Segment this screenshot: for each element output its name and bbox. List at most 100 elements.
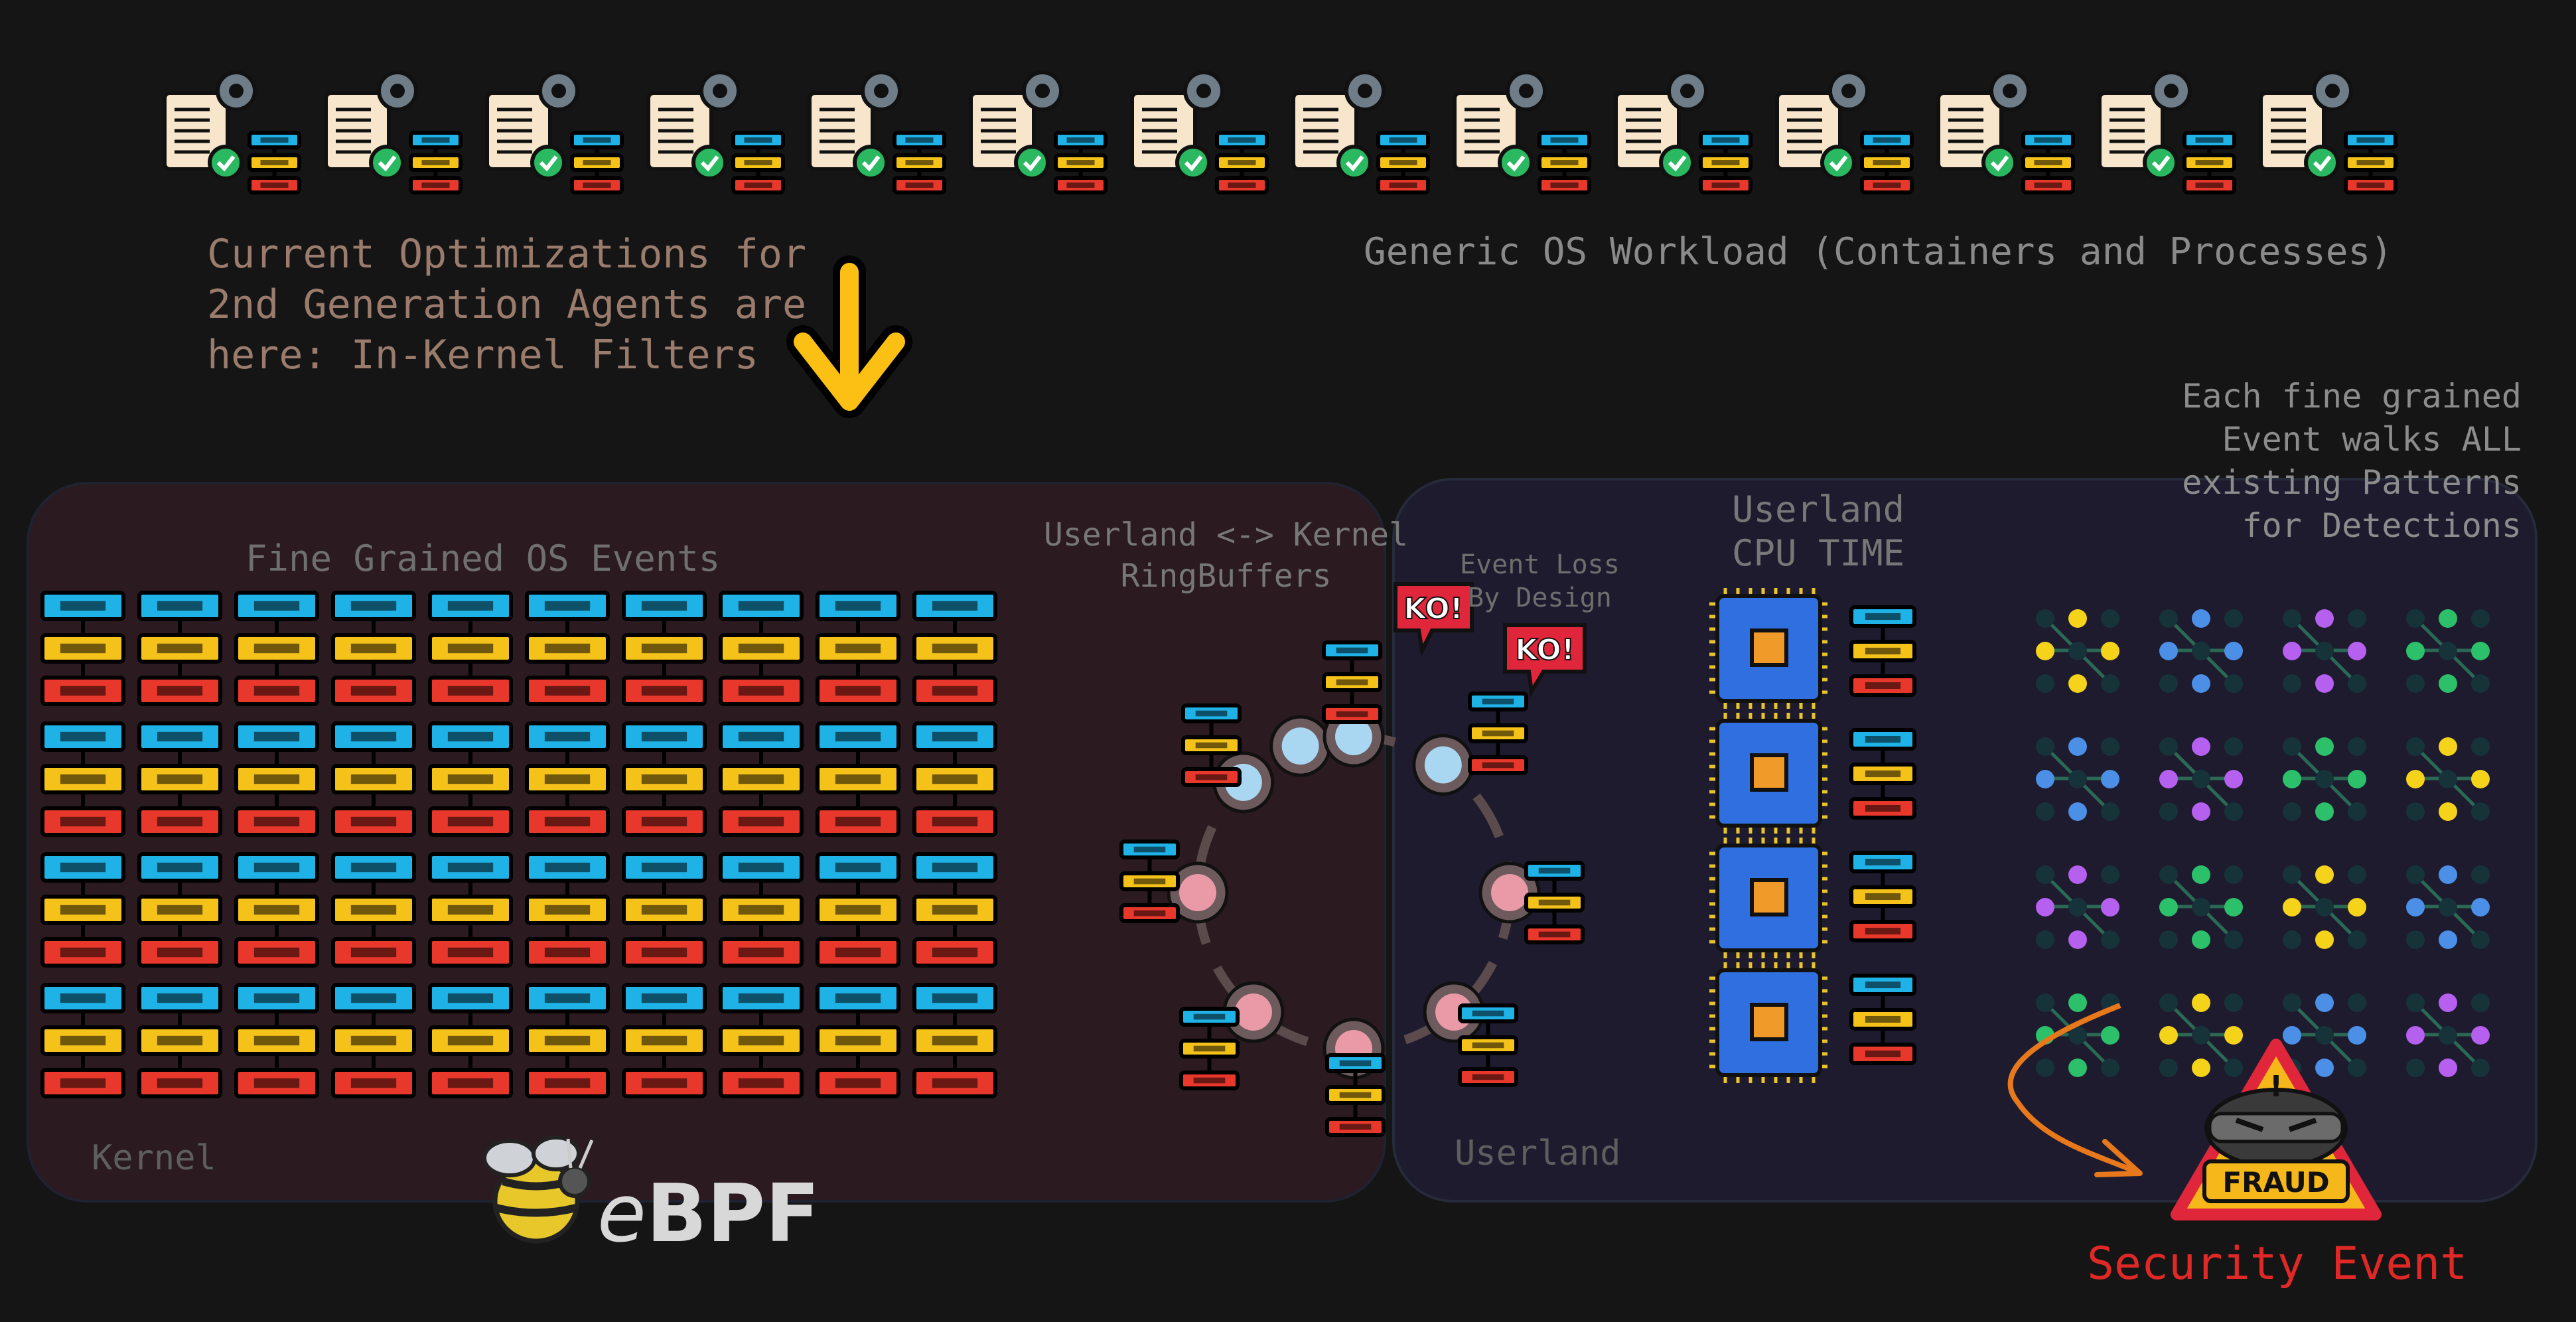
diagram-canvas: KO! KO! FRAUD ! xyxy=(27,70,2538,1244)
detection-pattern-icon xyxy=(2283,737,2366,821)
event-stack-icon xyxy=(622,983,707,1098)
event-stack-icon xyxy=(525,983,610,1098)
event-stack-icon xyxy=(1849,974,1916,1065)
event-stack-icon xyxy=(234,983,319,1098)
event-stack-icon xyxy=(1849,728,1916,820)
event-stack-icon xyxy=(912,591,997,706)
event-stack-icon xyxy=(525,852,610,968)
svg-text:KO!: KO! xyxy=(1515,633,1575,667)
event-stack-icon xyxy=(622,852,707,968)
config-document-icon xyxy=(324,70,463,194)
event-stack-icon xyxy=(1458,1003,1518,1087)
event-stack-icon xyxy=(719,721,804,837)
event-stack-icon xyxy=(622,721,707,837)
cpu-chip-icon xyxy=(1709,713,1827,834)
event-stack-icon xyxy=(816,983,900,1098)
event-stack-icon xyxy=(2344,131,2397,194)
event-stack-icon xyxy=(1524,861,1585,944)
detection-pattern-icon xyxy=(2159,993,2243,1077)
detection-pattern-icon xyxy=(2036,993,2119,1077)
event-stack-icon xyxy=(331,852,416,968)
detection-pattern-icon xyxy=(2283,865,2366,949)
event-stack-icon xyxy=(731,131,785,194)
event-stack-icon xyxy=(912,852,997,968)
event-stack-icon xyxy=(1538,131,1591,194)
detection-pattern-icon xyxy=(2406,737,2490,821)
svg-text:FRAUD: FRAUD xyxy=(2222,1166,2329,1199)
config-document-icon xyxy=(485,70,624,194)
ebpf-logo-prefix: e xyxy=(597,1168,646,1260)
event-stack-icon xyxy=(1181,703,1242,787)
detection-pattern-icon xyxy=(2406,993,2490,1077)
event-stack-icon xyxy=(1849,851,1916,942)
bee-icon xyxy=(482,1136,594,1244)
event-stack-icon xyxy=(2182,131,2236,194)
kernel-label: Kernel xyxy=(92,1138,216,1178)
event-stack-icon xyxy=(40,852,125,968)
event-stack-icon xyxy=(1699,131,1753,194)
workload-label: Generic OS Workload (Containers and Proc… xyxy=(1364,230,2393,273)
event-stack-icon xyxy=(1054,131,1108,194)
event-stack-icon xyxy=(719,983,804,1098)
config-document-icon xyxy=(1453,70,1591,194)
cpu-time-label: Userland CPU TIME xyxy=(1732,488,1905,574)
config-document-icon xyxy=(808,70,946,194)
fine-grained-title: Fine Grained OS Events xyxy=(246,538,721,579)
event-stack-icon xyxy=(1322,640,1382,724)
svg-text:KO!: KO! xyxy=(1403,592,1463,626)
event-stack-icon xyxy=(570,131,624,194)
config-document-icon xyxy=(2259,70,2397,194)
event-stack-icon xyxy=(1849,605,1916,697)
detection-pattern-icon xyxy=(2406,609,2490,693)
event-stack-icon xyxy=(1179,1007,1240,1090)
ringbuffer-slot xyxy=(1412,733,1474,796)
userland-label: Userland xyxy=(1455,1134,1621,1173)
workload-icon-row xyxy=(163,70,2397,194)
config-document-icon xyxy=(1130,70,1269,194)
event-stack-icon xyxy=(719,852,804,968)
detection-pattern-icon xyxy=(2283,609,2366,693)
config-document-icon xyxy=(2098,70,2236,194)
event-stack-icon xyxy=(40,721,125,837)
event-stack-icon xyxy=(2021,131,2075,194)
cpu-chip-icon xyxy=(1709,838,1827,958)
patterns-note: Each fine grained Event walks ALL existi… xyxy=(2182,377,2522,545)
security-event-label: Security Event xyxy=(2087,1238,2468,1290)
event-stack-icon xyxy=(137,591,222,706)
event-stack-icon xyxy=(137,721,222,837)
event-stack-icon xyxy=(893,131,946,194)
event-stack-icon xyxy=(525,591,610,706)
detection-pattern-icon xyxy=(2159,865,2243,949)
detection-pattern-icon xyxy=(2036,737,2119,821)
event-stack-icon xyxy=(40,591,125,706)
event-stack-icon xyxy=(1376,131,1430,194)
event-stack-icon xyxy=(816,591,900,706)
config-document-icon xyxy=(1614,70,1753,194)
event-stack-icon xyxy=(816,721,900,837)
event-stack-icon xyxy=(331,721,416,837)
event-stack-icon xyxy=(428,852,513,968)
event-stack-icon xyxy=(912,721,997,837)
detection-pattern-icon xyxy=(2283,993,2366,1077)
config-document-icon xyxy=(1775,70,1914,194)
svg-text:!: ! xyxy=(2269,1070,2283,1104)
config-document-icon xyxy=(969,70,1108,194)
ringbuffer-slot xyxy=(1269,715,1332,777)
detection-pattern-icon xyxy=(2036,865,2119,949)
event-stack-icon xyxy=(1860,131,1914,194)
event-stack-icon xyxy=(137,852,222,968)
ringbuffers-label: Userland <-> Kernel RingBuffers xyxy=(1044,516,1409,595)
cpu-chip-icon xyxy=(1709,962,1827,1083)
ebpf-logo: eBPF xyxy=(597,1168,820,1260)
event-stack-icon xyxy=(331,591,416,706)
detection-pattern-icon xyxy=(2159,609,2243,693)
event-stack-icon xyxy=(719,591,804,706)
event-stack-icon xyxy=(428,983,513,1098)
detection-pattern-icon xyxy=(2406,865,2490,949)
event-stack-icon xyxy=(525,721,610,837)
event-stack-icon xyxy=(428,591,513,706)
event-stack-icon xyxy=(234,591,319,706)
event-stack-icon xyxy=(1119,840,1180,923)
event-stack-icon xyxy=(1468,692,1528,775)
ebpf-logo-name: BPF xyxy=(646,1168,820,1260)
